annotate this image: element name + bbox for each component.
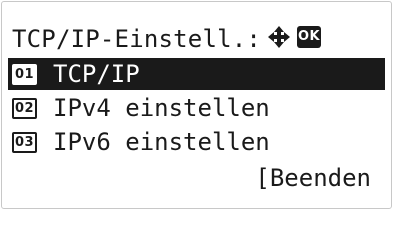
menu-item-number: 01: [12, 63, 37, 85]
menu-item-tcpip[interactable]: 01 TCP/IP: [8, 58, 385, 90]
menu-item-label: TCP/IP: [53, 60, 140, 88]
menu-item-ipv4-settings[interactable]: 02 IPv4 einstellen: [12, 92, 391, 124]
menu-item-number: 02: [12, 97, 37, 119]
screen-title: TCP/IP-Einstell.:: [12, 25, 262, 53]
menu-item-ipv6-settings[interactable]: 03 IPv6 einstellen: [12, 126, 391, 158]
exit-label: [Beenden: [255, 164, 371, 192]
lcd-panel: TCP/IP-Einstell.: OK 01 TCP/IP 02 IPv4 e…: [1, 1, 392, 209]
screen-header: TCP/IP-Einstell.: OK: [12, 23, 391, 55]
menu-item-label: IPv4 einstellen: [53, 94, 270, 122]
menu-item-number: 03: [12, 131, 37, 153]
ok-key-icon: OK: [297, 26, 322, 48]
menu-item-label: IPv6 einstellen: [53, 128, 270, 156]
exit-softkey[interactable]: [Beenden: [255, 162, 371, 194]
four-way-arrow-icon: [267, 25, 291, 49]
